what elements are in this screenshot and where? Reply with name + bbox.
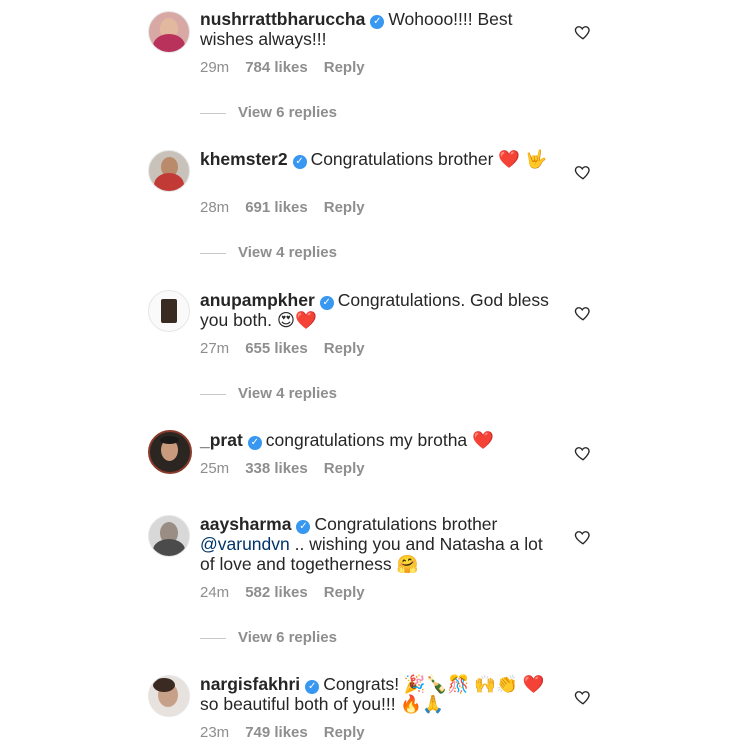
comment-body: congratulations my brotha ❤️ (265, 430, 494, 450)
reply-button[interactable]: Reply (324, 460, 365, 477)
username[interactable]: khemster2 (200, 149, 288, 169)
reply-button[interactable]: Reply (324, 724, 365, 741)
heart-outline-icon[interactable] (574, 23, 592, 41)
verified-badge-icon: ✓ (296, 520, 311, 534)
view-replies-button[interactable]: View 6 replies (200, 104, 337, 121)
mention-link[interactable]: @varundvn (200, 534, 290, 554)
verified-badge-icon: ✓ (370, 15, 385, 29)
comment-body: Congratulations brother (314, 514, 498, 534)
comment-meta: 25m 338 likes Reply (200, 460, 381, 477)
comment-text: anupampkher ✓ Congratulations. God bless y… (200, 290, 560, 330)
username[interactable]: anupampkher (200, 290, 315, 310)
comment-meta: 29m 784 likes Reply (200, 59, 381, 76)
heart-outline-icon[interactable] (574, 163, 592, 181)
comment-text: nargisfakhri ✓ Congrats! 🎉🍾🎊 🙌👏 ❤️ so beau… (200, 674, 560, 714)
comment-time: 24m (200, 584, 230, 601)
reply-button[interactable]: Reply (324, 199, 365, 216)
avatar[interactable] (148, 150, 190, 192)
verified-badge-icon: ✓ (319, 296, 334, 310)
view-replies-button[interactable]: View 6 replies (200, 629, 337, 646)
likes-count[interactable]: 655 likes (245, 340, 308, 357)
likes-count[interactable]: 338 likes (245, 460, 308, 477)
likes-count[interactable]: 582 likes (245, 584, 308, 601)
comment-body: Congratulations brother ❤️ 🤟 (310, 149, 547, 169)
verified-badge-icon: ✓ (247, 436, 262, 450)
username[interactable]: _prat (200, 430, 243, 450)
verified-badge-icon: ✓ (305, 680, 320, 694)
username[interactable]: nargisfakhri (200, 674, 300, 694)
comment-meta: 23m 749 likes Reply (200, 724, 381, 741)
comment-meta: 28m 691 likes Reply (200, 199, 381, 216)
heart-outline-icon[interactable] (574, 444, 592, 462)
reply-button[interactable]: Reply (324, 340, 365, 357)
avatar[interactable] (148, 515, 190, 557)
comment-meta: 27m 655 likes Reply (200, 340, 381, 357)
likes-count[interactable]: 691 likes (245, 199, 308, 216)
username[interactable]: aaysharma (200, 514, 291, 534)
avatar[interactable] (148, 11, 190, 53)
avatar[interactable] (148, 290, 190, 332)
verified-badge-icon: ✓ (292, 155, 307, 169)
comment-time: 28m (200, 199, 230, 216)
comment-text: khemster2 ✓ Congratulations brother ❤️ 🤟 (200, 149, 560, 169)
comment-time: 25m (200, 460, 230, 477)
comment-meta: 24m 582 likes Reply (200, 584, 381, 601)
heart-outline-icon[interactable] (574, 528, 592, 546)
reply-button[interactable]: Reply (324, 59, 365, 76)
comment-text: nushrrattbharuccha ✓ Wohooo!!!! Best wishe… (200, 9, 560, 49)
replies-divider (200, 637, 226, 639)
reply-button[interactable]: Reply (324, 584, 365, 601)
comment-text: _prat ✓ congratulations my brotha ❤️ (200, 430, 560, 450)
heart-outline-icon[interactable] (574, 688, 592, 706)
replies-divider (200, 252, 226, 254)
likes-count[interactable]: 784 likes (245, 59, 308, 76)
username[interactable]: nushrrattbharuccha (200, 9, 365, 29)
heart-outline-icon[interactable] (574, 304, 592, 322)
comment-time: 23m (200, 724, 230, 741)
avatar[interactable] (148, 430, 192, 474)
comment-time: 29m (200, 59, 230, 76)
likes-count[interactable]: 749 likes (245, 724, 308, 741)
avatar[interactable] (148, 675, 190, 717)
view-replies-button[interactable]: View 4 replies (200, 385, 337, 402)
view-replies-button[interactable]: View 4 replies (200, 244, 337, 261)
comment-text: aaysharma ✓ Congratulations brother @varun… (200, 514, 560, 574)
replies-divider (200, 393, 226, 395)
comment-time: 27m (200, 340, 230, 357)
replies-divider (200, 112, 226, 114)
